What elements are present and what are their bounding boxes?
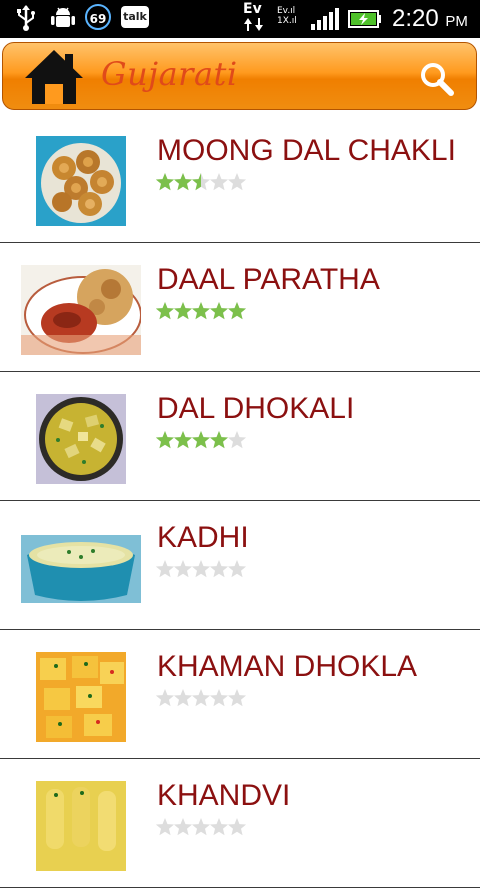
recipe-name: MOONG DAL CHAKLI — [157, 134, 456, 167]
star-icon — [209, 302, 229, 320]
network-type-indicator: Ev.ıl 1X.ıl — [277, 6, 297, 26]
star-icon — [227, 818, 247, 836]
header-bar: Gujarati — [2, 42, 477, 110]
star-rating — [156, 818, 247, 836]
star-icon — [191, 560, 211, 578]
star-icon — [191, 173, 211, 191]
recipe-row[interactable]: KADHI — [0, 501, 480, 630]
star-icon — [191, 689, 211, 707]
recipe-list: MOONG DAL CHAKLI DAAL PARATHA DAL DHOKAL… — [0, 114, 480, 888]
signal-strength-icon — [311, 8, 339, 30]
recipe-thumbnail — [36, 781, 126, 871]
star-icon — [173, 431, 193, 449]
star-icon — [227, 431, 247, 449]
recipe-row[interactable]: MOONG DAL CHAKLI — [0, 114, 480, 243]
star-rating — [156, 302, 247, 320]
onex-signal-label: 1X.ıl — [277, 16, 297, 26]
star-rating — [156, 173, 247, 191]
recipe-name: KADHI — [157, 521, 249, 554]
ev-label: Ev — [243, 1, 262, 17]
star-icon — [209, 818, 229, 836]
clock-time: 2:20 — [392, 5, 439, 32]
recipe-name: DAL DHOKALI — [157, 392, 355, 425]
star-icon — [173, 560, 193, 578]
star-icon — [209, 689, 229, 707]
star-icon — [209, 431, 229, 449]
star-icon — [156, 689, 175, 707]
star-icon — [156, 818, 175, 836]
star-rating — [156, 431, 247, 449]
star-icon — [227, 173, 247, 191]
talk-icon: talk — [121, 6, 149, 28]
star-icon — [173, 302, 193, 320]
recipe-name: KHAMAN DHOKLA — [157, 650, 418, 683]
recipe-thumbnail — [21, 535, 141, 603]
clock-ampm: PM — [445, 13, 468, 30]
star-icon — [173, 689, 193, 707]
page-title: Gujarati — [101, 55, 238, 93]
usb-icon — [17, 5, 35, 31]
star-icon — [191, 431, 211, 449]
recipe-row[interactable]: KHAMAN DHOKLA — [0, 630, 480, 759]
star-icon — [191, 818, 211, 836]
recipe-name: DAAL PARATHA — [157, 263, 380, 296]
data-transfer-arrows-icon — [244, 18, 263, 31]
recipe-thumbnail — [36, 136, 126, 226]
star-icon — [209, 560, 229, 578]
star-icon — [227, 689, 247, 707]
recipe-thumbnail — [36, 652, 126, 742]
star-icon — [173, 818, 193, 836]
star-icon — [156, 173, 175, 191]
star-rating — [156, 689, 247, 707]
recipe-name: KHANDVI — [157, 779, 291, 812]
star-rating — [156, 560, 247, 578]
status-bar: 69 talk Ev Ev.ıl 1X.ıl 2:20 PM — [0, 0, 480, 38]
notification-count-badge: 69 — [85, 4, 111, 30]
star-icon — [227, 302, 247, 320]
recipe-thumbnail — [36, 394, 126, 484]
app-header: Gujarati — [0, 38, 480, 114]
ev-signal-label: Ev.ıl — [277, 6, 296, 16]
star-icon — [209, 173, 229, 191]
star-icon — [191, 302, 211, 320]
clock: 2:20 PM — [392, 5, 468, 36]
star-icon — [227, 560, 247, 578]
ev-network-indicator: Ev — [243, 2, 265, 35]
search-icon[interactable] — [419, 61, 455, 97]
star-icon — [173, 173, 193, 191]
recipe-row[interactable]: DAL DHOKALI — [0, 372, 480, 501]
recipe-row[interactable]: KHANDVI — [0, 759, 480, 888]
star-icon — [156, 302, 175, 320]
android-debug-icon — [51, 7, 75, 27]
battery-charging-icon — [348, 10, 381, 28]
recipe-row[interactable]: DAAL PARATHA — [0, 243, 480, 372]
star-icon — [156, 431, 175, 449]
star-icon — [156, 560, 175, 578]
recipe-thumbnail — [21, 265, 141, 355]
home-icon[interactable] — [23, 46, 85, 108]
